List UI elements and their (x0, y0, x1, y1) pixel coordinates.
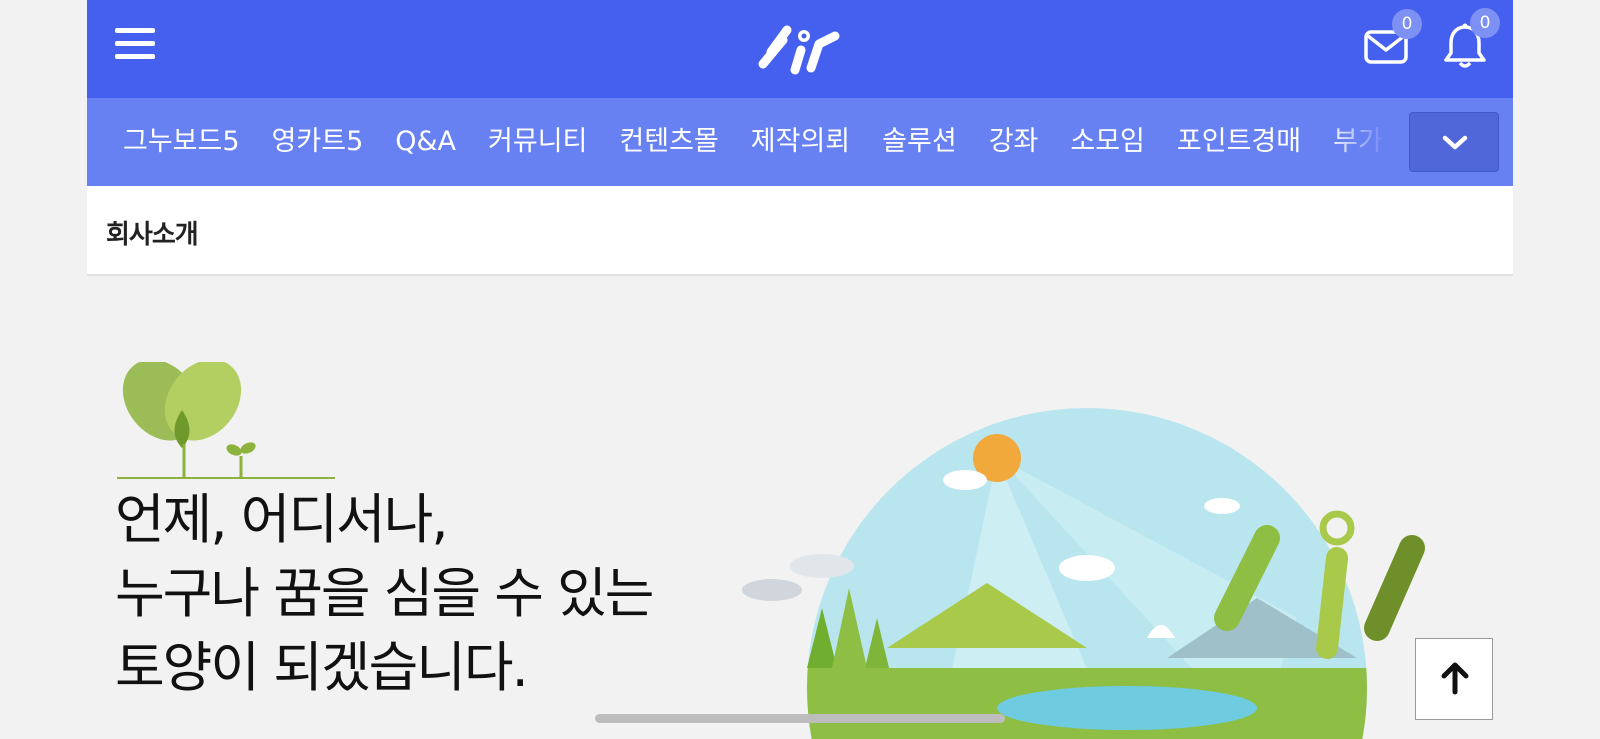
nav-item-solution[interactable]: 솔루션 (866, 98, 973, 186)
hero-headline-line: 누구나 꿈을 심을 수 있는 (115, 562, 654, 625)
nav-item-production-request[interactable]: 제작의뢰 (735, 98, 866, 186)
sprout-heart-logo (117, 362, 335, 479)
landscape-illustration (742, 408, 1425, 739)
hero-section: 언제, 어디서나, 누구나 꿈을 심을 수 있는 토양이 되겠습니다. (87, 278, 1513, 739)
menu-icon-bar (115, 28, 155, 33)
arrow-up-icon (1441, 662, 1469, 695)
nav-item-youngcart5[interactable]: 영카트5 (256, 98, 380, 186)
sir-logo[interactable] (757, 22, 843, 76)
nav-item-lecture[interactable]: 강좌 (973, 98, 1055, 186)
nav-item-small-group[interactable]: 소모임 (1054, 98, 1161, 186)
top-header: 0 0 (87, 0, 1513, 98)
menu-icon-bar (115, 41, 155, 46)
nav-item-community[interactable]: 커뮤니티 (472, 98, 603, 186)
nav-item-extra[interactable]: 부가 (1317, 98, 1387, 186)
nav-item-gnuboard5[interactable]: 그누보드5 (87, 98, 256, 186)
horizontal-scrollbar[interactable] (595, 714, 1005, 723)
page: 0 0 그누보드5 영카트5 Q&A 커뮤니티 컨텐츠몰 제작의뢰 솔루션 강좌 소모임 포인트경… (87, 0, 1513, 739)
nav-item-point-auction[interactable]: 포인트경매 (1161, 98, 1317, 186)
nav-item-qna[interactable]: Q&A (379, 98, 472, 186)
chevron-down-icon (1442, 135, 1468, 150)
menu-button[interactable] (115, 28, 155, 64)
hero-headline: 언제, 어디서나, 누구나 꿈을 심을 수 있는 토양이 되겠습니다. (115, 483, 654, 705)
notification-count-badge: 0 (1470, 8, 1500, 38)
menu-icon-bar (115, 54, 155, 59)
category-nav: 그누보드5 영카트5 Q&A 커뮤니티 컨텐츠몰 제작의뢰 솔루션 강좌 소모임 포인트경매 부가 (87, 98, 1513, 186)
mail-count-badge: 0 (1392, 9, 1422, 39)
scroll-to-top-button[interactable] (1415, 638, 1493, 720)
nav-more-button[interactable] (1409, 112, 1499, 172)
nav-item-contents-mall[interactable]: 컨텐츠몰 (603, 98, 734, 186)
page-header: 회사소개 (87, 186, 1513, 276)
hero-headline-line: 토양이 되겠습니다. (115, 636, 529, 699)
nav-items: 그누보드5 영카트5 Q&A 커뮤니티 컨텐츠몰 제작의뢰 솔루션 강좌 소모임 포인트경매 부가 (87, 98, 1387, 186)
hero-headline-line: 언제, 어디서나, (115, 488, 449, 551)
page-title: 회사소개 (106, 220, 199, 250)
